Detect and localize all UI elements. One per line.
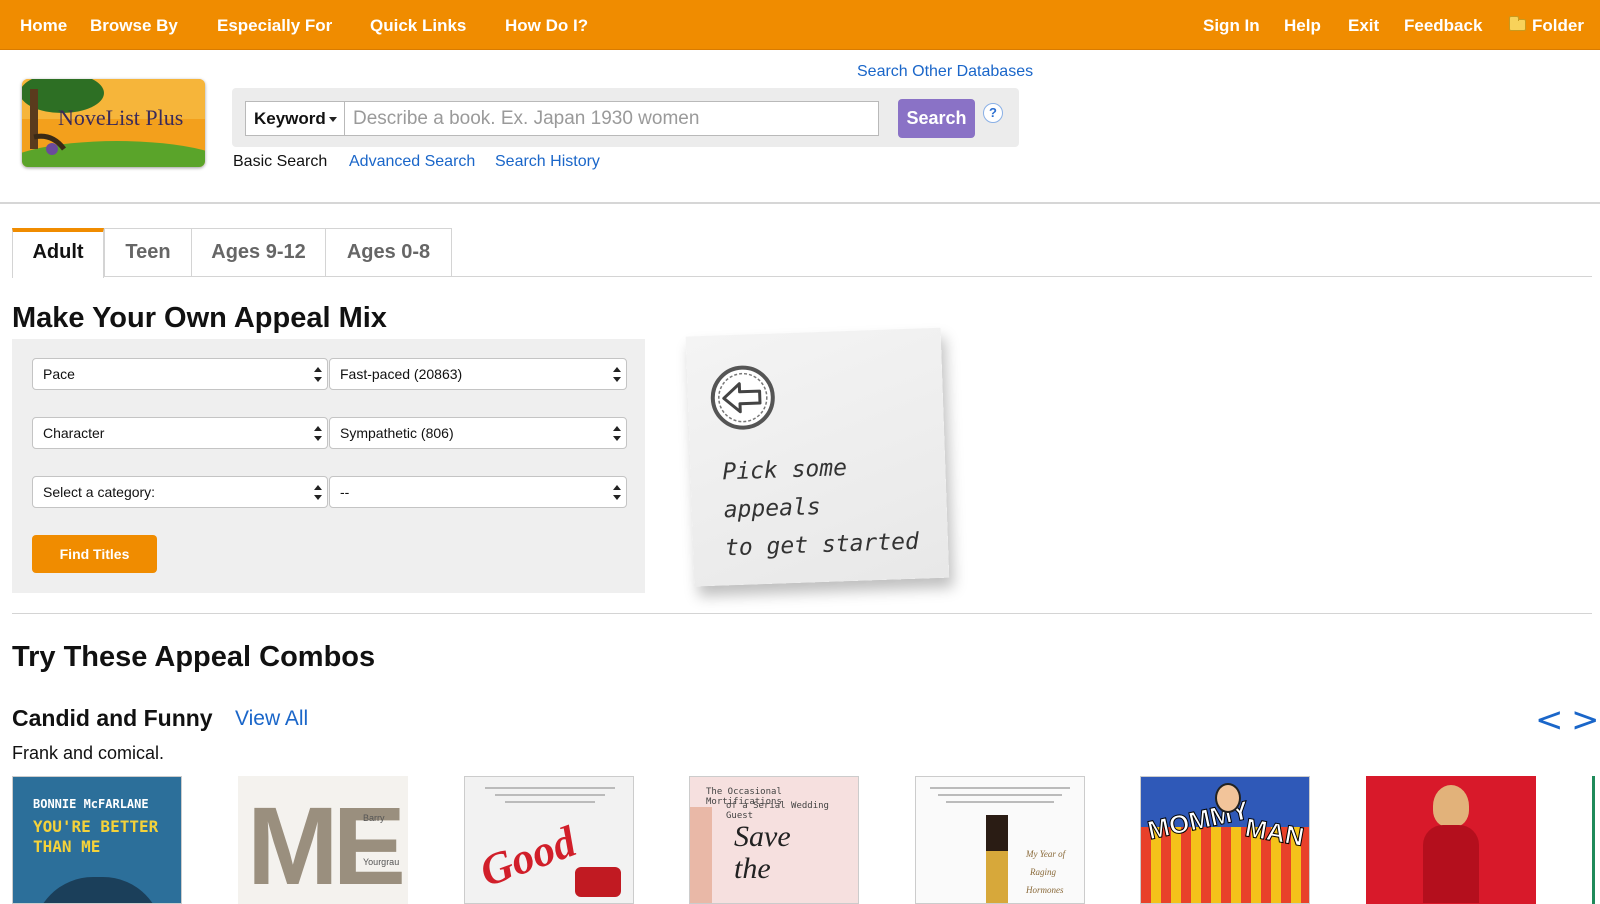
cover-1-photo	[33, 877, 163, 903]
sticky-note: Pick some appeals to get started	[685, 327, 955, 592]
cover-4-title: Save the	[734, 820, 791, 885]
cover-5-title-2: Raging	[1030, 867, 1056, 877]
select-arrows-icon	[314, 485, 322, 500]
cover-5-lipstick	[986, 815, 1008, 903]
select-arrows-icon	[613, 426, 621, 441]
folder-icon	[1509, 16, 1526, 31]
book-cover-8-edge[interactable]	[1592, 776, 1595, 904]
book-cover-5[interactable]: My Year of Raging Hormones	[915, 776, 1085, 904]
cover-5-title-3: Hormones	[1026, 885, 1064, 895]
sticky-note-line-2: to get started	[724, 528, 920, 562]
appeal-value-2: Sympathetic (806)	[340, 425, 454, 441]
tab-ages-9-12[interactable]: Ages 9-12	[191, 228, 326, 277]
appeal-combos-title: Try These Appeal Combos	[12, 641, 376, 673]
appeal-category-value-2: Character	[43, 425, 105, 441]
advanced-search-link[interactable]: Advanced Search	[349, 153, 475, 171]
top-navigation-bar: Home Browse By Especially For Quick Link…	[0, 0, 1600, 50]
book-cover-7[interactable]	[1366, 776, 1536, 904]
nav-browse-by[interactable]: Browse By	[90, 16, 178, 36]
logo-graphic: NoveList Plus	[22, 79, 205, 167]
carousel-prev-button[interactable]: <	[1535, 700, 1564, 740]
book-cover-3[interactable]: Good	[464, 776, 634, 904]
combo-title: Candid and Funny	[12, 705, 213, 731]
nav-sign-in[interactable]: Sign In	[1203, 16, 1260, 36]
cover-3-title: Good	[473, 816, 583, 897]
cover-3-shoe	[575, 867, 621, 897]
appeal-value-select-1[interactable]: Fast-paced (20863)	[329, 358, 627, 390]
novelist-plus-logo[interactable]: NoveList Plus	[22, 79, 205, 167]
cover-3-blurb-line	[505, 801, 595, 803]
cover-5-blurb-line	[930, 787, 1070, 789]
appeal-mix-title: Make Your Own Appeal Mix	[12, 302, 387, 334]
tab-teen[interactable]: Teen	[104, 228, 192, 277]
appeal-category-select-1[interactable]: Pace	[32, 358, 328, 390]
book-cover-4[interactable]: The Occasional Mortifications of a Seria…	[689, 776, 859, 904]
nav-feedback[interactable]: Feedback	[1404, 16, 1482, 36]
cover-2-author-2: Yourgrau	[363, 857, 400, 867]
select-arrows-icon	[314, 426, 322, 441]
nav-help[interactable]: Help	[1284, 16, 1321, 36]
cover-7-dress	[1423, 825, 1479, 903]
carousel-next-button[interactable]: >	[1571, 700, 1600, 740]
sticky-note-text: Pick some appeals to get started	[722, 446, 946, 568]
cover-4-subtitle-2: of a Serial Wedding Guest	[726, 801, 829, 821]
cover-5-blurb-line	[946, 801, 1054, 803]
basic-search-label[interactable]: Basic Search	[233, 153, 327, 171]
select-arrows-icon	[613, 485, 621, 500]
search-input[interactable]	[344, 101, 879, 136]
search-button[interactable]: Search	[898, 99, 975, 138]
cover-5-blurb-line	[938, 794, 1062, 796]
book-cover-1[interactable]: BONNIE McFARLANE YOU'RE BETTER THAN ME	[12, 776, 182, 904]
select-arrows-icon	[613, 367, 621, 382]
cover-7-head	[1433, 785, 1469, 827]
appeal-value-1: Fast-paced (20863)	[340, 366, 463, 382]
sticky-note-paper: Pick some appeals to get started	[685, 327, 950, 587]
search-other-databases-link[interactable]: Search Other Databases	[857, 63, 1033, 81]
cover-3-blurb-line	[495, 794, 605, 796]
nav-folder[interactable]: Folder	[1509, 16, 1584, 36]
nav-how-do-i[interactable]: How Do I?	[505, 16, 588, 36]
appeal-value-select-3[interactable]: --	[329, 476, 627, 508]
cover-1-author: BONNIE McFARLANE	[33, 797, 149, 811]
view-all-link[interactable]: View All	[235, 707, 308, 731]
search-history-link[interactable]: Search History	[495, 153, 600, 171]
appeal-category-select-2[interactable]: Character	[32, 417, 328, 449]
nav-exit[interactable]: Exit	[1348, 16, 1379, 36]
search-type-dropdown[interactable]: Keyword	[245, 101, 345, 136]
find-titles-button[interactable]: Find Titles	[32, 535, 157, 573]
tab-divider	[104, 276, 1592, 277]
book-cover-2[interactable]: ME Barry Yourgrau	[238, 776, 408, 904]
cover-3-blurb-line	[485, 787, 615, 789]
cover-2-author-1: Barry	[363, 813, 385, 823]
nav-home[interactable]: Home	[20, 16, 67, 36]
section-divider	[12, 613, 1592, 614]
arrow-left-circle-icon	[710, 365, 775, 430]
appeal-value-3: --	[340, 484, 350, 500]
nav-quick-links[interactable]: Quick Links	[370, 16, 466, 36]
nav-folder-label: Folder	[1532, 16, 1584, 35]
book-cover-6[interactable]: MOMMY MAN	[1140, 776, 1310, 904]
cover-6-face	[1215, 783, 1241, 813]
help-icon[interactable]: ?	[983, 103, 1003, 123]
logo-text: NoveList Plus	[58, 105, 183, 130]
combo-description: Frank and comical.	[12, 743, 165, 763]
tab-adult[interactable]: Adult	[12, 228, 104, 278]
cover-1-title-1: YOU'RE BETTER	[33, 817, 159, 836]
cover-4-ribbon	[690, 807, 712, 903]
appeal-value-select-2[interactable]: Sympathetic (806)	[329, 417, 627, 449]
cover-2-title: ME	[247, 785, 406, 904]
cover-1-title-2: THAN ME	[33, 837, 101, 856]
cover-5-title-1: My Year of	[1026, 849, 1066, 859]
chevron-down-icon	[328, 117, 337, 123]
header-divider	[0, 202, 1600, 204]
nav-especially-for[interactable]: Especially For	[217, 16, 332, 36]
appeal-category-select-3[interactable]: Select a category:	[32, 476, 328, 508]
appeal-category-value-1: Pace	[43, 366, 75, 382]
appeal-category-value-3: Select a category:	[43, 484, 156, 500]
select-arrows-icon	[314, 367, 322, 382]
tab-ages-0-8[interactable]: Ages 0-8	[325, 228, 452, 277]
sticky-note-line-1: Pick some appeals	[721, 455, 848, 524]
search-type-label: Keyword	[254, 109, 326, 128]
